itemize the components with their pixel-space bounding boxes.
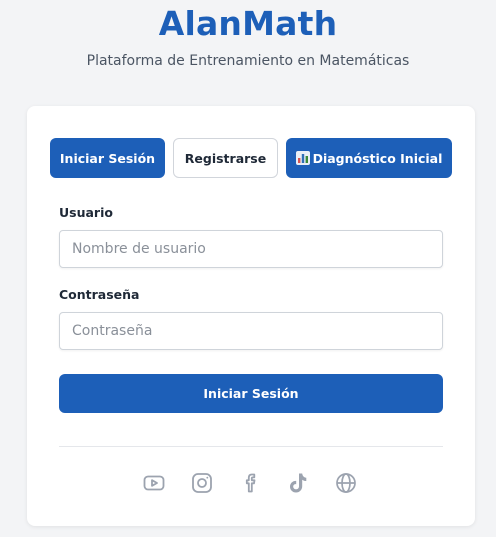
tiktok-icon[interactable] (286, 471, 310, 495)
bar-chart-icon (295, 151, 310, 165)
app-subtitle: Plataforma de Entrenamiento en Matemátic… (86, 53, 410, 69)
globe-icon[interactable] (334, 471, 358, 495)
tab-register[interactable]: Registrarse (173, 138, 278, 178)
divider (59, 446, 443, 447)
facebook-icon[interactable] (239, 471, 263, 495)
app-title: AlanMath (158, 4, 338, 43)
tab-login-label: Iniciar Sesión (59, 150, 156, 166)
tab-diagnostic-label: Diagnóstico Inicial (312, 150, 443, 166)
tab-register-label: Registrarse (184, 150, 267, 166)
tab-diagnostic[interactable]: Diagnóstico Inicial (286, 138, 452, 178)
username-label: Usuario (59, 205, 113, 220)
password-input[interactable] (59, 312, 443, 350)
login-card: Iniciar Sesión Registrarse Diagnóstico I… (27, 106, 475, 526)
username-input[interactable] (59, 230, 443, 268)
youtube-icon[interactable] (142, 471, 166, 495)
login-submit-button[interactable]: Iniciar Sesión (59, 374, 443, 413)
instagram-icon[interactable] (190, 471, 214, 495)
password-label: Contraseña (59, 287, 140, 302)
tab-login[interactable]: Iniciar Sesión (50, 138, 165, 178)
